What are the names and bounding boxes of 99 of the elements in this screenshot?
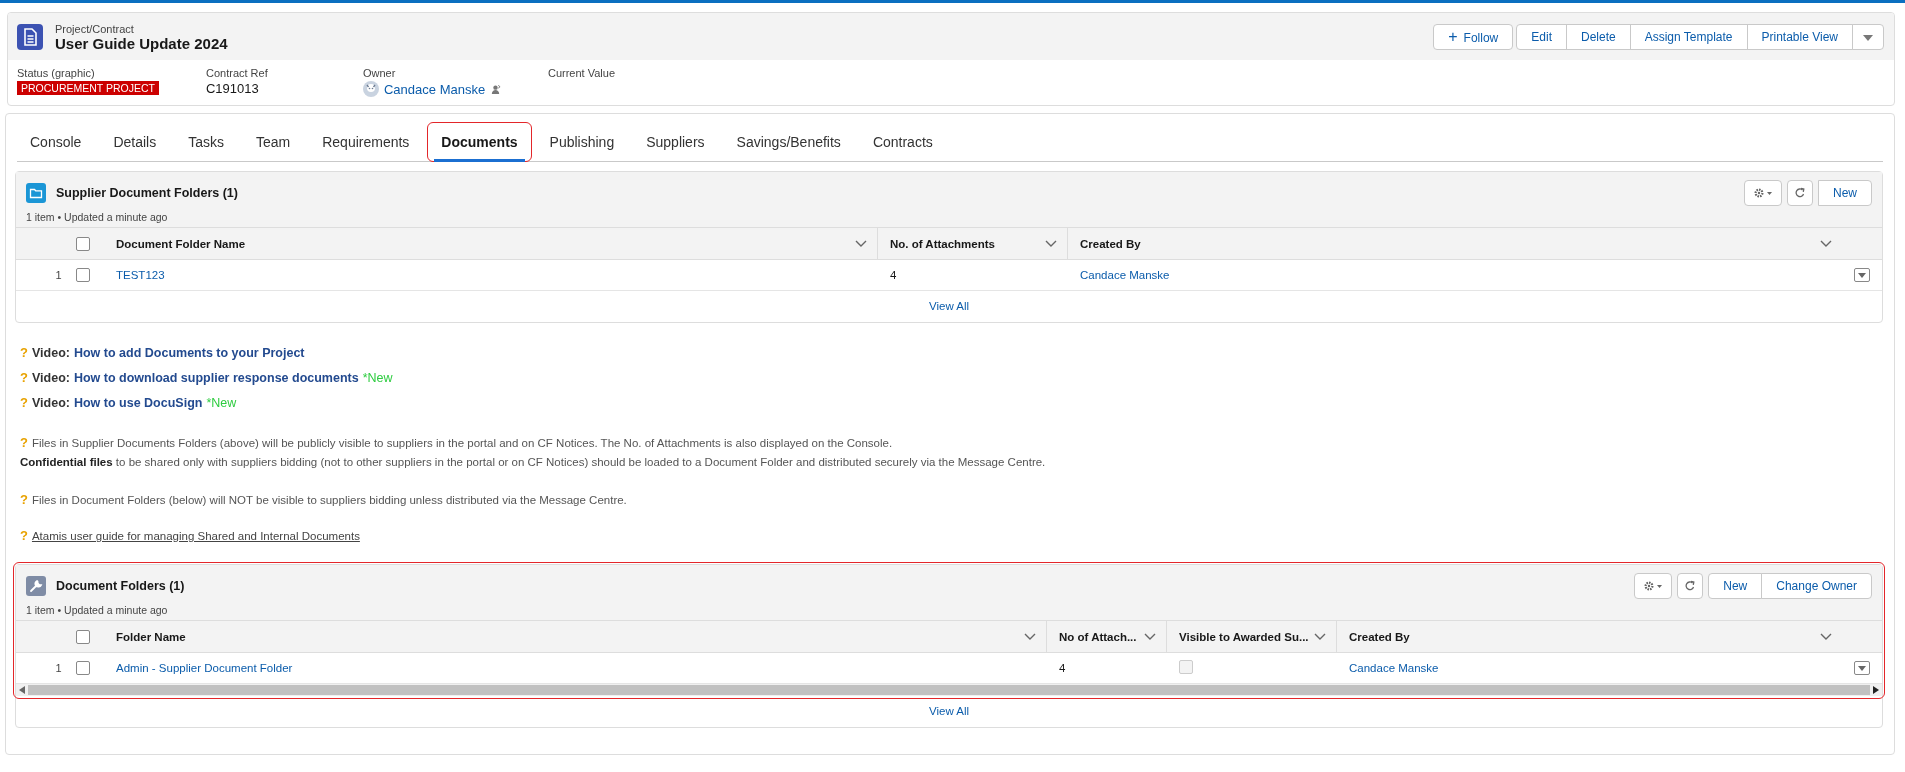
column-header[interactable]: No. of Attachments bbox=[878, 228, 1068, 259]
field-label: Status (graphic) bbox=[17, 67, 96, 79]
view-all-link[interactable]: View All bbox=[928, 705, 970, 717]
change-owner-icon[interactable] bbox=[490, 83, 502, 95]
tab[interactable]: Suppliers bbox=[633, 123, 718, 161]
list-title: Supplier Document Folders (1) bbox=[56, 186, 238, 200]
status-badge: PROCUREMENT PROJECT bbox=[17, 81, 159, 95]
chevron-icon[interactable] bbox=[1820, 239, 1832, 248]
scroll-right-icon[interactable] bbox=[1873, 686, 1879, 694]
list-action-button[interactable]: New bbox=[1818, 180, 1872, 206]
refresh-icon bbox=[1794, 187, 1806, 199]
tab[interactable]: Console bbox=[17, 123, 95, 161]
tab[interactable]: Tasks bbox=[175, 123, 237, 161]
list-meta: 1 item • Updated a minute ago bbox=[26, 211, 169, 223]
column-header[interactable]: Visible to Awarded Su... bbox=[1167, 621, 1337, 652]
column-header[interactable]: Document Folder Name bbox=[104, 228, 878, 259]
object-type: Project/Contract bbox=[55, 22, 135, 35]
caret-icon bbox=[1858, 665, 1866, 671]
action-button[interactable]: Delete bbox=[1566, 24, 1631, 50]
new-tag: *New bbox=[362, 371, 393, 385]
column-header[interactable]: Created By bbox=[1068, 228, 1842, 259]
row-menu-button[interactable] bbox=[1854, 268, 1870, 282]
row-menu-button[interactable] bbox=[1854, 661, 1870, 675]
chevron-icon[interactable] bbox=[1144, 632, 1156, 641]
help-text: Confidential files to be shared only with suppliers bidding (not to other suppliers in the portal or on CF Notices) should be loaded to a Document Folder and distributed securely via the Message Centre. bbox=[20, 456, 1046, 468]
list-action-button[interactable]: Change Owner bbox=[1761, 573, 1872, 599]
action-button[interactable]: Printable View bbox=[1746, 24, 1853, 50]
row-number: 1 bbox=[54, 662, 63, 674]
field-value: C191013 bbox=[206, 81, 260, 96]
tab[interactable]: Details bbox=[100, 123, 170, 161]
tab[interactable]: Publishing bbox=[536, 123, 628, 161]
chevron-icon[interactable] bbox=[1045, 239, 1057, 248]
help-mark: ? bbox=[20, 395, 28, 410]
wrench-icon bbox=[26, 576, 46, 596]
video-link[interactable]: How to download supplier response documents bbox=[73, 371, 359, 385]
settings-icon bbox=[1643, 580, 1664, 592]
record-title: User Guide Update 2024 bbox=[55, 34, 228, 52]
help-text: Files in Supplier Documents Folders (above) will be publicly visible to suppliers in the portal and on CF Notices. The No. of Attachments is also displayed on the Console. bbox=[31, 437, 893, 449]
horizontal-scrollbar[interactable] bbox=[16, 684, 1882, 696]
video-label: Video: bbox=[31, 396, 70, 410]
row-number: 1 bbox=[54, 269, 63, 281]
help-mark: ? bbox=[20, 370, 28, 385]
table-link[interactable]: TEST123 bbox=[116, 269, 165, 281]
video-link[interactable]: How to add Documents to your Project bbox=[73, 346, 305, 360]
caret-icon bbox=[1858, 272, 1866, 278]
chevron-icon[interactable] bbox=[1024, 632, 1036, 641]
table-link[interactable]: Admin - Supplier Document Folder bbox=[116, 662, 293, 674]
table-link[interactable]: Candace Manske bbox=[1080, 269, 1170, 281]
chevron-icon[interactable] bbox=[1314, 632, 1326, 641]
tab[interactable]: Requirements bbox=[309, 123, 423, 161]
table-link[interactable]: Candace Manske bbox=[1349, 662, 1439, 674]
field-label: Contract Ref bbox=[206, 67, 269, 79]
view-all-link[interactable]: View All bbox=[928, 300, 970, 312]
video-link[interactable]: How to use DocuSign bbox=[73, 396, 203, 410]
action-button[interactable]: Edit bbox=[1516, 24, 1567, 50]
more-actions-button[interactable] bbox=[1852, 24, 1884, 50]
owner-link[interactable]: Candace Manske bbox=[384, 81, 486, 97]
refresh-button[interactable] bbox=[1787, 180, 1813, 206]
column-header[interactable]: Folder Name bbox=[104, 621, 1047, 652]
column-header[interactable]: No of Attach... bbox=[1047, 621, 1167, 652]
new-tag: *New bbox=[206, 396, 237, 410]
help-text: Files in Document Folders (below) will NOT be visible to suppliers bidding unless distributed via the Message Centre. bbox=[31, 494, 627, 506]
select-all-checkbox[interactable] bbox=[76, 629, 90, 644]
tab[interactable]: Contracts bbox=[859, 123, 946, 161]
field-label: Owner bbox=[363, 67, 397, 79]
list-meta: 1 item • Updated a minute ago bbox=[26, 604, 169, 616]
help-mark: ? bbox=[20, 435, 28, 450]
follow-button[interactable]: + Follow bbox=[1433, 24, 1514, 50]
help-mark: ? bbox=[20, 492, 28, 507]
chevron-icon[interactable] bbox=[1820, 632, 1832, 641]
chevron-icon[interactable] bbox=[855, 239, 867, 248]
help-mark: ? bbox=[20, 345, 28, 360]
field-label: Current Value bbox=[548, 67, 617, 79]
table-cell: 4 bbox=[890, 269, 897, 281]
settings-menu-button[interactable] bbox=[1744, 180, 1782, 206]
settings-icon bbox=[1753, 187, 1773, 199]
list-title: Document Folders (1) bbox=[56, 579, 185, 593]
scroll-left-icon[interactable] bbox=[19, 686, 25, 694]
avatar-icon bbox=[363, 81, 379, 97]
document-icon bbox=[17, 24, 43, 50]
guide-link[interactable]: Atamis user guide for managing Shared and Internal Documents bbox=[31, 530, 360, 542]
row-checkbox[interactable] bbox=[76, 268, 90, 282]
column-header[interactable]: Created By bbox=[1337, 621, 1842, 652]
settings-menu-button[interactable] bbox=[1634, 573, 1673, 599]
help-mark: ? bbox=[20, 528, 28, 543]
video-label: Video: bbox=[31, 346, 70, 360]
select-all-checkbox[interactable] bbox=[76, 236, 90, 251]
row-checkbox[interactable] bbox=[76, 661, 90, 675]
caret-icon bbox=[1863, 35, 1873, 41]
list-action-button[interactable]: New bbox=[1708, 573, 1763, 599]
video-label: Video: bbox=[31, 371, 70, 385]
refresh-button[interactable] bbox=[1677, 573, 1704, 599]
action-button[interactable]: Assign Template bbox=[1629, 24, 1748, 50]
tab[interactable]: Team bbox=[242, 123, 304, 161]
refresh-icon bbox=[1684, 580, 1697, 592]
tab[interactable]: Savings/Benefits bbox=[723, 123, 854, 161]
tab[interactable]: Documents bbox=[428, 123, 531, 161]
table-cell: 4 bbox=[1059, 662, 1066, 674]
folder-icon bbox=[26, 183, 46, 203]
